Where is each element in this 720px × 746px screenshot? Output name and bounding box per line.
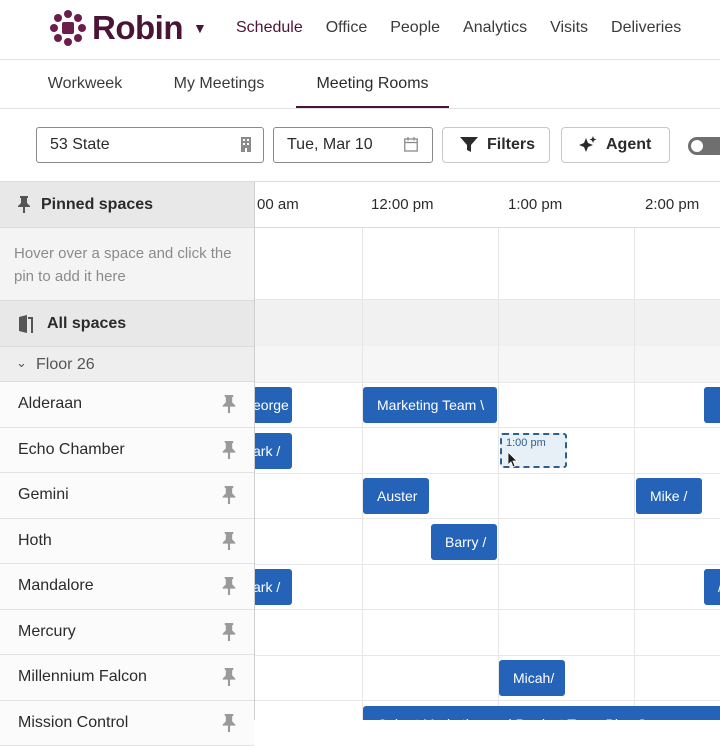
pin-icon[interactable] [222, 668, 236, 686]
pinned-hint: Hover over a space and click the pin to … [14, 242, 246, 288]
meeting-block[interactable]: Barry / [431, 524, 497, 560]
toggle-switch[interactable] [688, 137, 720, 155]
meeting-block[interactable]: ark / [255, 569, 292, 605]
robin-logo-icon [50, 10, 86, 46]
location-value: 53 State [50, 136, 110, 153]
room-row[interactable]: Mission Control [0, 701, 254, 746]
pin-icon[interactable] [222, 532, 236, 550]
meeting-block[interactable]: Micah/ [499, 660, 565, 696]
nav-visits[interactable]: Visits [550, 19, 588, 37]
room-row[interactable]: Alderaan [0, 382, 254, 428]
room-row[interactable]: Millennium Falcon [0, 655, 254, 701]
room-row[interactable]: Mercury [0, 610, 254, 656]
tab-meeting-rooms[interactable]: Meeting Rooms [296, 60, 449, 108]
chevron-down-icon: ⌄ [16, 355, 27, 371]
time-label: 00 am [257, 196, 299, 213]
floor-band [255, 346, 720, 382]
pin-icon[interactable] [222, 623, 236, 641]
room-row[interactable]: Gemini [0, 473, 254, 519]
pin-icon [18, 196, 30, 213]
location-select[interactable]: 53 State [36, 127, 264, 163]
schedule-subtabs: Workweek My Meetings Meeting Rooms [0, 60, 720, 109]
calendar-icon [404, 137, 418, 152]
meeting-block[interactable]: Marketing Team \ [363, 387, 497, 423]
door-icon [18, 315, 36, 333]
grid-line [255, 473, 720, 474]
hour-line [362, 182, 363, 720]
meeting-block[interactable]: Cohort Marketing and Product Team Blue S… [363, 706, 720, 720]
time-header: 00 am 12:00 pm 1:00 pm 2:00 pm [255, 182, 720, 228]
grid-line [255, 700, 720, 701]
grid-line [255, 382, 720, 383]
date-picker[interactable]: Tue, Mar 10 [273, 127, 433, 163]
filters-button[interactable]: Filters [442, 127, 550, 163]
pin-icon[interactable] [222, 714, 236, 732]
agent-button[interactable]: Agent [561, 127, 670, 163]
tab-my-meetings[interactable]: My Meetings [171, 60, 267, 108]
pin-icon[interactable] [222, 577, 236, 595]
agent-label: Agent [606, 128, 651, 162]
time-label: 2:00 pm [645, 196, 699, 213]
filter-icon [460, 137, 478, 153]
sparkle-icon [579, 136, 597, 154]
pinned-spaces-header: Pinned spaces [0, 182, 254, 228]
grid-line [255, 299, 720, 300]
room-name: Mandalore [18, 577, 94, 595]
brand-name: Robin [92, 9, 183, 47]
building-icon [239, 137, 253, 152]
floor-label: Floor 26 [36, 356, 95, 374]
room-name: Hoth [18, 532, 52, 550]
meeting-block[interactable]: ark / [255, 433, 292, 469]
nav-analytics[interactable]: Analytics [463, 19, 527, 37]
room-name: Mercury [18, 623, 76, 641]
meeting-block[interactable]: eorge [255, 387, 292, 423]
grid-line [255, 518, 720, 519]
meeting-block[interactable]: Auster [363, 478, 429, 514]
all-spaces-header[interactable]: All spaces [0, 300, 254, 346]
time-label: 12:00 pm [371, 196, 434, 213]
pin-icon[interactable] [222, 441, 236, 459]
nav-office[interactable]: Office [326, 19, 368, 37]
brand-switcher[interactable]: Robin ▼ [50, 10, 207, 46]
room-name: Millennium Falcon [18, 668, 147, 686]
grid-line [255, 564, 720, 565]
top-nav: Robin ▼ Schedule Office People Analytics… [0, 0, 720, 60]
all-spaces-band [255, 300, 720, 346]
room-name: Echo Chamber [18, 441, 125, 459]
room-row[interactable]: Mandalore [0, 564, 254, 610]
meeting-block[interactable]: / [704, 569, 720, 605]
toolbar: 53 State Tue, Mar 10 Filters Agent [0, 110, 720, 182]
time-label: 1:00 pm [508, 196, 562, 213]
hour-line [634, 182, 635, 720]
chevron-down-icon: ▼ [193, 20, 207, 36]
meeting-block[interactable] [704, 387, 720, 423]
room-row[interactable]: Hoth [0, 519, 254, 565]
nav-people[interactable]: People [390, 19, 440, 37]
nav-deliveries[interactable]: Deliveries [611, 19, 681, 37]
tab-workweek[interactable]: Workweek [46, 60, 124, 108]
pinned-spaces-title: Pinned spaces [41, 196, 153, 214]
floor-group-toggle[interactable]: ⌄ Floor 26 [0, 346, 254, 382]
pin-icon[interactable] [222, 395, 236, 413]
meeting-block[interactable]: Mike / [636, 478, 702, 514]
hour-line [498, 182, 499, 720]
room-name: Mission Control [18, 714, 128, 732]
mouse-cursor-icon [508, 452, 518, 468]
grid-line [255, 655, 720, 656]
filters-label: Filters [487, 128, 535, 162]
room-name: Gemini [18, 486, 69, 504]
pin-icon[interactable] [222, 486, 236, 504]
room-name: Alderaan [18, 395, 82, 413]
all-spaces-title: All spaces [47, 315, 126, 333]
nav-schedule[interactable]: Schedule [236, 19, 303, 37]
grid-line [255, 609, 720, 610]
room-timeline: 00 am 12:00 pm 1:00 pm 2:00 pm eorge Mar… [255, 182, 720, 720]
date-value: Tue, Mar 10 [287, 136, 373, 153]
room-row[interactable]: Echo Chamber [0, 428, 254, 474]
spaces-panel: Pinned spaces Hover over a space and cli… [0, 182, 255, 720]
grid-line [255, 427, 720, 428]
main-nav: Schedule Office People Analytics Visits … [236, 0, 704, 56]
